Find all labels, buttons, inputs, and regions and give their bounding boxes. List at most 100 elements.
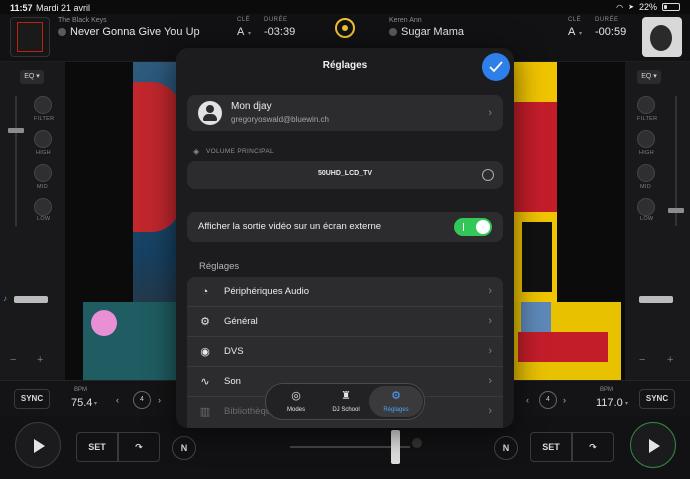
settings-item-general[interactable]: ⚙ Général › xyxy=(187,307,503,337)
tab-label: Modes xyxy=(286,407,305,413)
right-track-title-text: Sugar Mama xyxy=(401,26,464,38)
account-row[interactable]: Mon djay gregoryoswald@bluewin.ch › xyxy=(187,95,503,131)
left-low-label: LOW xyxy=(37,216,51,222)
left-loop-prev-icon[interactable]: ‹ xyxy=(116,395,119,405)
right-volume-fader[interactable] xyxy=(668,208,684,213)
airplay-icon[interactable] xyxy=(482,169,494,181)
settings-section-label: Réglages xyxy=(199,261,240,272)
output-device-selector[interactable]: 50UHD_LCD_TV xyxy=(187,161,503,189)
settings-item-audio-devices[interactable]: ◔ Périphériques Audio › xyxy=(187,277,503,307)
avatar-icon xyxy=(198,101,222,125)
left-pitch-plus-icon[interactable]: + xyxy=(37,354,43,366)
tab-label: Réglages xyxy=(383,407,409,413)
right-filter-knob[interactable] xyxy=(637,96,655,114)
settings-item-label: Périphériques Audio xyxy=(224,286,310,297)
left-filter-knob[interactable] xyxy=(34,96,52,114)
left-low-knob[interactable] xyxy=(34,198,52,216)
account-name: Mon djay xyxy=(231,101,272,112)
left-pitch-minus-icon[interactable]: − xyxy=(10,354,16,366)
tab-dj-school[interactable]: ♜ DJ School xyxy=(319,386,373,417)
external-video-row: Afficher la sortie vidéo sur un écran ex… xyxy=(187,212,503,242)
left-eq-button[interactable]: EQ ▾ xyxy=(20,70,44,84)
left-bpm[interactable]: 75.4 xyxy=(71,397,92,409)
waveform-icon: ∿ xyxy=(200,376,210,388)
left-track-status-icon xyxy=(58,28,66,36)
left-mixer-panel: EQ ▾ FILTER HIGH MID LOW ♪ − + xyxy=(0,62,65,380)
vinyl-icon: ◎ xyxy=(291,390,301,402)
right-duration-label: DURÉE xyxy=(595,17,619,23)
volume-section-label: VOLUME PRINCIPAL xyxy=(206,148,274,155)
wifi-icon: ◠ xyxy=(616,2,624,12)
chevron-right-icon: › xyxy=(488,405,492,417)
right-high-knob[interactable] xyxy=(637,130,655,148)
audio-devices-icon: ◔ xyxy=(201,286,209,298)
left-loop-next-icon[interactable]: › xyxy=(158,395,161,405)
tab-modes[interactable]: ◎ Modes xyxy=(269,386,323,417)
crossfader-options-icon[interactable] xyxy=(412,438,422,448)
left-high-knob[interactable] xyxy=(34,130,52,148)
right-n-button[interactable]: N xyxy=(494,436,518,460)
right-mid-knob[interactable] xyxy=(637,164,655,182)
left-video-waveform[interactable] xyxy=(83,302,177,380)
left-key[interactable]: A xyxy=(237,26,244,38)
gear-icon: ⚙ xyxy=(391,390,401,402)
djay-logo-icon[interactable] xyxy=(335,18,355,38)
right-sync-button[interactable]: SYNC xyxy=(639,389,675,409)
right-video-waveform[interactable] xyxy=(513,302,621,380)
right-key[interactable]: A xyxy=(568,26,575,38)
left-key-chevron-icon: ▾ xyxy=(248,31,252,37)
left-bpm-chevron-icon: ▾ xyxy=(94,401,98,407)
right-loop-size[interactable]: 4 xyxy=(539,391,557,409)
left-n-button[interactable]: N xyxy=(172,436,196,460)
external-video-toggle[interactable] xyxy=(454,218,492,236)
right-artist: Keren Ann xyxy=(389,17,422,24)
account-email: gregoryoswald@bluewin.ch xyxy=(231,115,329,124)
right-cue-set-button[interactable]: SET xyxy=(530,432,572,462)
battery-icon xyxy=(662,3,680,11)
output-device-name: 50UHD_LCD_TV xyxy=(317,170,373,177)
settings-item-label: Son xyxy=(224,376,241,387)
tab-settings[interactable]: ⚙ Réglages xyxy=(369,386,423,417)
left-cue-set-button[interactable]: SET xyxy=(76,432,118,462)
left-cue-jump-button[interactable]: ↷ xyxy=(118,432,160,462)
checkmark-icon xyxy=(489,61,503,73)
left-play-button[interactable] xyxy=(15,422,61,468)
settings-header: Réglages xyxy=(176,48,514,84)
right-pitch-plus-icon[interactable]: + xyxy=(667,354,673,366)
right-loop-next-icon[interactable]: › xyxy=(563,395,566,405)
right-bpm-chevron-icon: ▾ xyxy=(625,401,629,407)
left-track-title[interactable]: Never Gonna Give You Up xyxy=(58,26,200,38)
right-pitch-fader[interactable] xyxy=(639,296,673,303)
right-pitch-minus-icon[interactable]: − xyxy=(639,354,645,366)
right-low-knob[interactable] xyxy=(637,198,655,216)
left-volume-fader[interactable] xyxy=(8,128,24,133)
right-loop-prev-icon[interactable]: ‹ xyxy=(526,395,529,405)
left-album-art[interactable] xyxy=(10,17,50,57)
right-cue-jump-button[interactable]: ↷ xyxy=(572,432,614,462)
left-mid-knob[interactable] xyxy=(34,164,52,182)
right-track-title[interactable]: Sugar Mama xyxy=(389,26,464,38)
left-loop-size[interactable]: 4 xyxy=(133,391,151,409)
right-curve-arrow-icon: ↷ xyxy=(589,442,597,452)
left-play-icon xyxy=(34,439,45,453)
done-button[interactable] xyxy=(482,53,510,81)
crossfader-handle[interactable] xyxy=(391,430,400,464)
right-play-button[interactable] xyxy=(630,422,676,468)
battery-percent: 22% xyxy=(638,2,657,12)
status-bar: 11:57 Mardi 21 avril ◠ ➤ 22% xyxy=(0,0,690,14)
left-pitch-fader[interactable] xyxy=(14,296,48,303)
left-artist: The Black Keys xyxy=(58,17,107,24)
chevron-right-icon: › xyxy=(488,315,492,327)
location-icon: ➤ xyxy=(628,4,634,11)
left-sync-button[interactable]: SYNC xyxy=(14,389,50,409)
settings-item-dvs[interactable]: ◉ DVS › xyxy=(187,337,503,367)
left-curve-arrow-icon: ↷ xyxy=(135,442,143,452)
chevron-right-icon: › xyxy=(488,285,492,297)
right-eq-button[interactable]: EQ ▾ xyxy=(637,70,661,84)
graduation-icon: ♜ xyxy=(341,390,351,402)
left-volume-track xyxy=(15,96,17,226)
right-album-art[interactable] xyxy=(642,17,682,57)
status-date: Mardi 21 avril xyxy=(36,3,91,13)
right-high-label: HIGH xyxy=(639,150,654,156)
right-bpm[interactable]: 117.0 xyxy=(596,397,623,409)
